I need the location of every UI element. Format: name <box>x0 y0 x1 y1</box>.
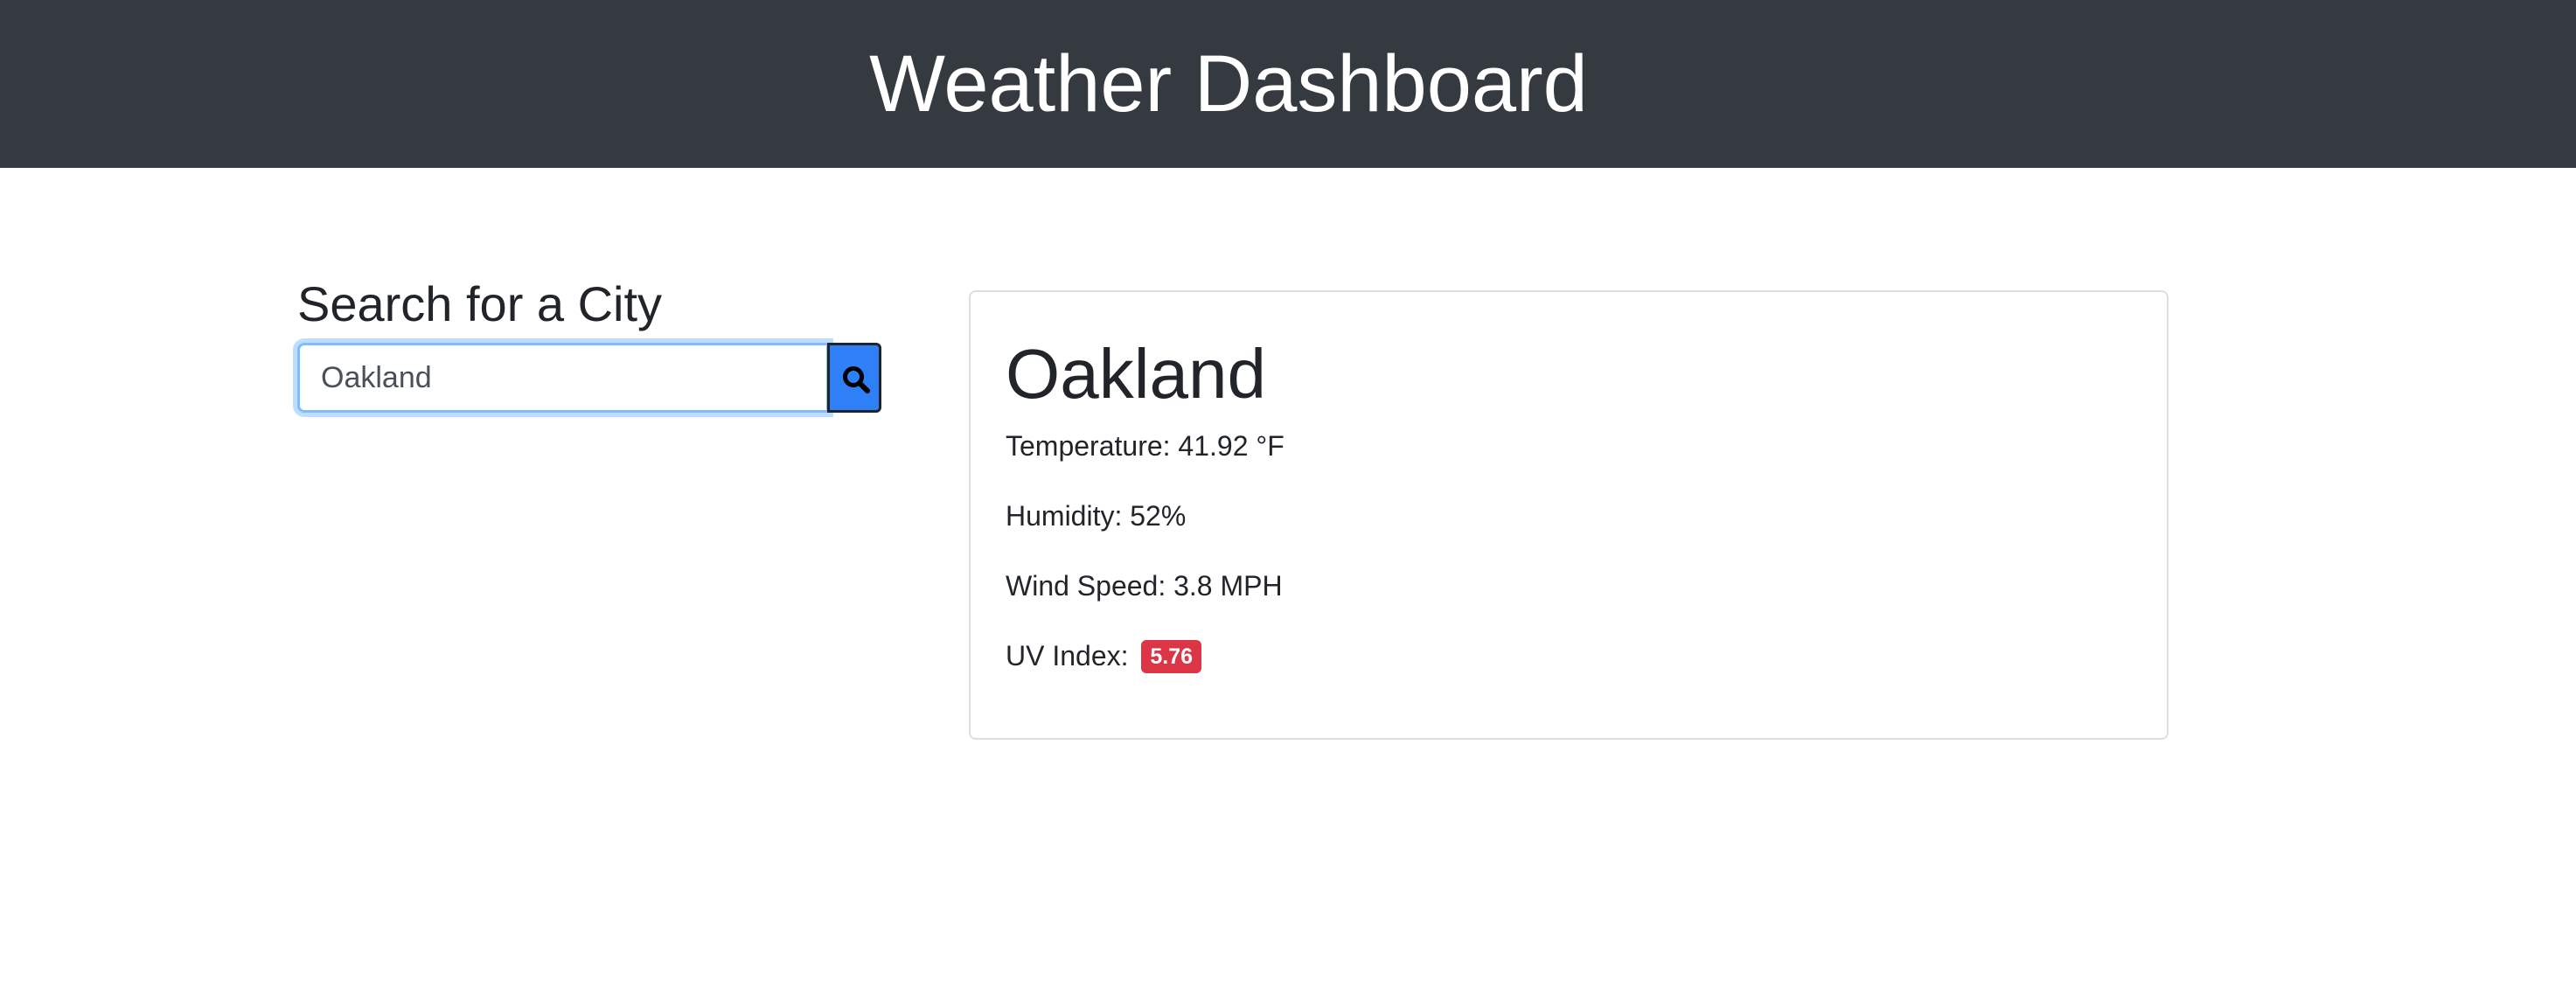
wind-speed-value: 3.8 MPH <box>1173 570 1283 602</box>
temperature-value: 41.92 °F <box>1178 430 1285 462</box>
temperature-row: Temperature: 41.92 °F <box>1006 427 1285 465</box>
search-group <box>297 343 881 413</box>
temperature-label: Temperature: <box>1006 430 1171 462</box>
search-button[interactable] <box>827 343 881 413</box>
city-search-input[interactable] <box>297 343 829 413</box>
wind-speed-row: Wind Speed: 3.8 MPH <box>1006 567 1283 605</box>
current-weather-card: Oakland Temperature: 41.92 °F Humidity: … <box>969 290 2169 740</box>
uv-index-label: UV Index: <box>1006 640 1129 671</box>
search-icon <box>843 366 870 393</box>
humidity-label: Humidity: <box>1006 500 1123 532</box>
navbar: Weather Dashboard <box>0 0 2576 168</box>
uv-index-badge: 5.76 <box>1141 640 1202 673</box>
wind-speed-label: Wind Speed: <box>1006 570 1166 602</box>
humidity-row: Humidity: 52% <box>1006 497 1186 535</box>
city-name: Oakland <box>1006 335 1266 413</box>
page-title: Weather Dashboard <box>869 39 1588 129</box>
humidity-value: 52% <box>1130 500 1187 532</box>
uv-index-row: UV Index: 5.76 <box>1006 637 1202 675</box>
search-heading: Search for a City <box>297 276 663 331</box>
